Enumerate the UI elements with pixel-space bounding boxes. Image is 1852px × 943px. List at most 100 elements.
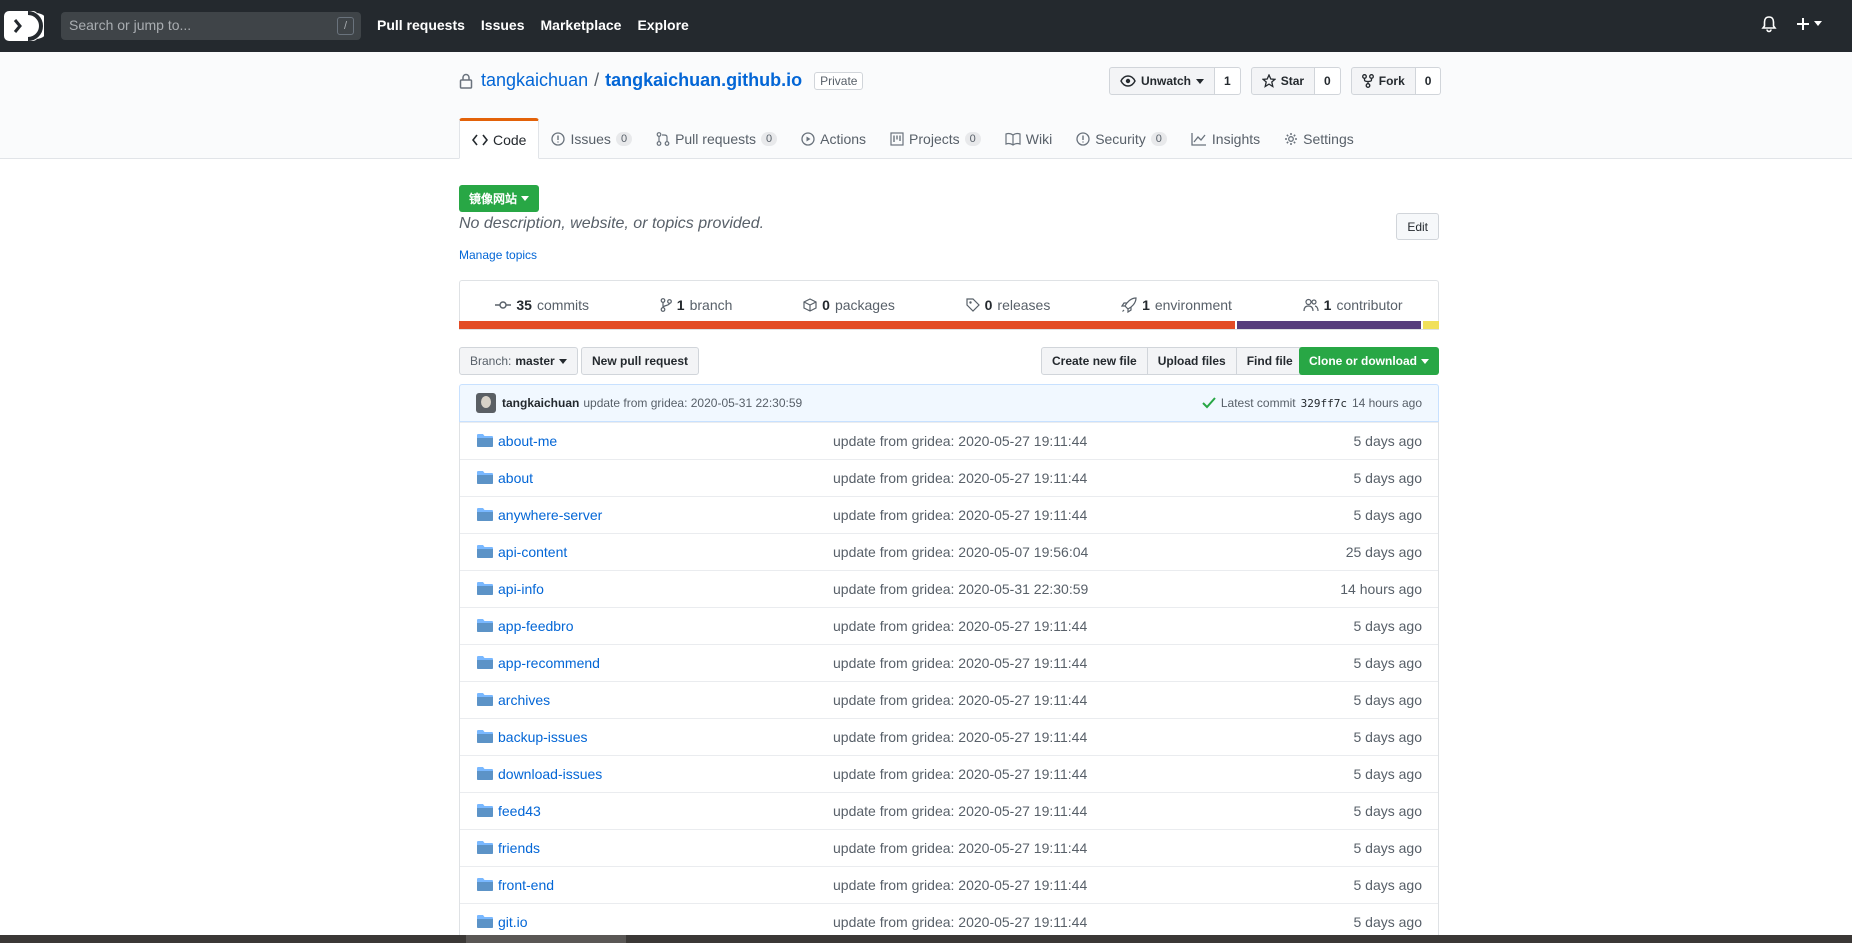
nav-issues[interactable]: Issues — [481, 17, 525, 33]
language-segment[interactable] — [1423, 321, 1439, 329]
environments-link[interactable]: 1 environment — [1121, 297, 1232, 313]
tab-pull-requests[interactable]: Pull requests 0 — [644, 118, 789, 159]
mirror-site-dropdown[interactable]: 镜像网站 — [459, 185, 540, 212]
commit-message-link[interactable]: update from gridea: 2020-05-31 22:30:59 — [583, 396, 802, 410]
file-name-link[interactable]: download-issues — [498, 766, 602, 782]
file-commit-message-link[interactable]: update from gridea: 2020-05-27 19:11:44 — [833, 655, 1087, 671]
file-commit-message-link[interactable]: update from gridea: 2020-05-27 19:11:44 — [833, 692, 1087, 708]
tab-settings[interactable]: Settings — [1272, 118, 1366, 159]
repository-name-link[interactable]: tangkaichuan.github.io — [605, 70, 802, 91]
commits-link[interactable]: 35 commits — [495, 297, 589, 313]
folder-icon — [477, 434, 493, 447]
branches-link[interactable]: 1 branch — [660, 297, 732, 313]
language-segment[interactable] — [459, 321, 1235, 329]
file-commit-message-link[interactable]: update from gridea: 2020-05-27 19:11:44 — [833, 914, 1087, 930]
file-row[interactable]: front-end update from gridea: 2020-05-27 … — [460, 866, 1438, 903]
github-logo-icon[interactable] — [4, 9, 44, 43]
commit-sha-link[interactable]: 329ff7c — [1301, 397, 1347, 410]
create-new-file-button[interactable]: Create new file — [1041, 347, 1148, 375]
file-row[interactable]: backup-issues update from gridea: 2020-05… — [460, 718, 1438, 755]
file-commit-message-link[interactable]: update from gridea: 2020-05-07 19:56:04 — [833, 544, 1088, 560]
file-commit-message-link[interactable]: update from gridea: 2020-05-31 22:30:59 — [833, 581, 1088, 597]
file-commit-message-link[interactable]: update from gridea: 2020-05-27 19:11:44 — [833, 507, 1087, 523]
file-name-link[interactable]: backup-issues — [498, 729, 588, 745]
file-row[interactable]: about-me update from gridea: 2020-05-27 1… — [460, 422, 1438, 459]
file-name-link[interactable]: archives — [498, 692, 550, 708]
star-count[interactable]: 0 — [1315, 67, 1341, 95]
file-commit-message-link[interactable]: update from gridea: 2020-05-27 19:11:44 — [833, 729, 1087, 745]
file-commit-message-link[interactable]: update from gridea: 2020-05-27 19:11:44 — [833, 433, 1087, 449]
file-name-link[interactable]: feed43 — [498, 803, 541, 819]
packages-link[interactable]: 0 packages — [803, 297, 895, 313]
tab-projects-count: 0 — [964, 131, 981, 146]
tab-projects[interactable]: Projects 0 — [878, 118, 993, 159]
contributors-link[interactable]: 1 contributor — [1303, 297, 1403, 313]
tab-issues[interactable]: Issues 0 — [539, 118, 644, 159]
branch-select[interactable]: Branch: master — [459, 347, 578, 375]
file-name-link[interactable]: anywhere-server — [498, 507, 602, 523]
top-navigation-bar: Search or jump to... / Pull requests Iss… — [0, 0, 1852, 52]
tab-code[interactable]: Code — [459, 118, 540, 159]
file-name-link[interactable]: app-recommend — [498, 655, 600, 671]
language-segment[interactable] — [1236, 321, 1422, 329]
search-input[interactable]: Search or jump to... / — [61, 12, 361, 40]
file-row[interactable]: api-content update from gridea: 2020-05-0… — [460, 533, 1438, 570]
tab-insights[interactable]: Insights — [1179, 118, 1272, 159]
file-name-link[interactable]: api-info — [498, 581, 544, 597]
file-commit-message-link[interactable]: update from gridea: 2020-05-27 19:11:44 — [833, 803, 1087, 819]
star-button[interactable]: Star — [1250, 67, 1316, 95]
clone-or-download-button[interactable]: Clone or download — [1299, 347, 1439, 375]
folder-icon — [477, 508, 493, 521]
folder-icon — [477, 582, 493, 595]
file-row[interactable]: feed43 update from gridea: 2020-05-27 19:… — [460, 792, 1438, 829]
file-row[interactable]: app-recommend update from gridea: 2020-05… — [460, 644, 1438, 681]
file-commit-message-link[interactable]: update from gridea: 2020-05-27 19:11:44 — [833, 470, 1087, 486]
watch-count[interactable]: 1 — [1215, 67, 1241, 95]
file-row[interactable]: anywhere-server update from gridea: 2020-… — [460, 496, 1438, 533]
releases-link[interactable]: 0 releases — [966, 297, 1050, 313]
tab-insights-label: Insights — [1211, 130, 1261, 147]
language-bar[interactable] — [459, 321, 1439, 329]
find-file-button[interactable]: Find file — [1235, 347, 1304, 375]
tab-security[interactable]: Security 0 — [1064, 118, 1179, 159]
avatar[interactable] — [476, 393, 496, 413]
fork-button[interactable]: Fork — [1350, 67, 1416, 95]
file-commit-message-link[interactable]: update from gridea: 2020-05-27 19:11:44 — [833, 618, 1087, 634]
nav-explore[interactable]: Explore — [637, 17, 688, 33]
repository-owner-link[interactable]: tangkaichuan — [481, 70, 588, 91]
file-age: 5 days ago — [1353, 692, 1423, 708]
file-name-link[interactable]: about-me — [498, 433, 557, 449]
new-pull-request-button[interactable]: New pull request — [581, 347, 700, 375]
check-icon[interactable] — [1202, 397, 1216, 409]
create-new-menu[interactable] — [1795, 16, 1822, 32]
file-age: 5 days ago — [1353, 655, 1423, 671]
unwatch-button[interactable]: Unwatch — [1109, 67, 1216, 95]
scrollbar-thumb[interactable] — [466, 935, 626, 943]
file-row[interactable]: archives update from gridea: 2020-05-27 1… — [460, 681, 1438, 718]
tab-wiki[interactable]: Wiki — [993, 118, 1064, 159]
upload-files-button[interactable]: Upload files — [1146, 347, 1237, 375]
file-name-link[interactable]: about — [498, 470, 533, 486]
file-row[interactable]: app-feedbro update from gridea: 2020-05-2… — [460, 607, 1438, 644]
file-commit-message-link[interactable]: update from gridea: 2020-05-27 19:11:44 — [833, 877, 1087, 893]
file-name-link[interactable]: app-feedbro — [498, 618, 574, 634]
file-row[interactable]: download-issues update from gridea: 2020-… — [460, 755, 1438, 792]
file-name-link[interactable]: front-end — [498, 877, 554, 893]
edit-button[interactable]: Edit — [1396, 213, 1439, 240]
file-commit-message-link[interactable]: update from gridea: 2020-05-27 19:11:44 — [833, 766, 1087, 782]
file-row[interactable]: api-info update from gridea: 2020-05-31 2… — [460, 570, 1438, 607]
file-row[interactable]: friends update from gridea: 2020-05-27 19… — [460, 829, 1438, 866]
nav-pull-requests[interactable]: Pull requests — [377, 17, 465, 33]
bell-icon[interactable] — [1761, 15, 1777, 33]
file-row[interactable]: about update from gridea: 2020-05-27 19:1… — [460, 459, 1438, 496]
tab-actions[interactable]: Actions — [789, 118, 878, 159]
fork-count[interactable]: 0 — [1415, 67, 1442, 95]
file-name-link[interactable]: friends — [498, 840, 540, 856]
tab-security-label: Security — [1095, 130, 1146, 147]
manage-topics-link[interactable]: Manage topics — [459, 248, 537, 262]
file-commit-message-link[interactable]: update from gridea: 2020-05-27 19:11:44 — [833, 840, 1087, 856]
file-name-link[interactable]: api-content — [498, 544, 567, 560]
nav-marketplace[interactable]: Marketplace — [541, 17, 622, 33]
commit-author-link[interactable]: tangkaichuan — [502, 396, 579, 410]
file-name-link[interactable]: git.io — [498, 914, 528, 930]
